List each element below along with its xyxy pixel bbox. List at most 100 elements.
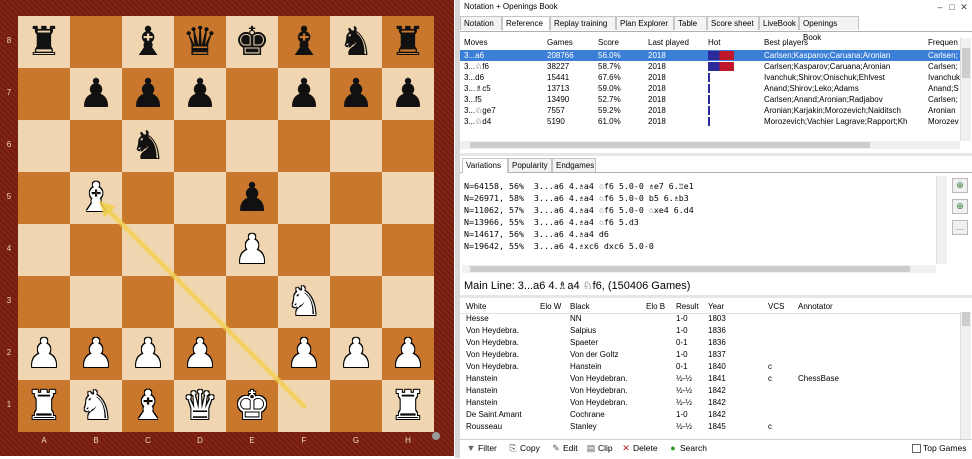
- reference-row[interactable]: 3...♗c5 13713 59.0% 2018 Anand;Shirov;Leko;A…: [460, 83, 960, 94]
- tab-notation[interactable]: Notation: [460, 16, 502, 30]
- games-column-header[interactable]: White: [466, 300, 536, 313]
- black-bishop-icon[interactable]: ♝: [130, 22, 166, 62]
- white-pawn-icon[interactable]: ♟: [286, 334, 322, 374]
- splitter[interactable]: [460, 153, 972, 156]
- variation-line[interactable]: N=26971, 58% 3...a6 4.♗a4 ♘f6 5.0-0 b5 6…: [464, 192, 689, 204]
- square-f8[interactable]: ♝: [278, 16, 330, 68]
- reference-column-header[interactable]: Hot: [708, 38, 738, 47]
- chessboard[interactable]: ♜ ♝ ♛ ♚ ♝ ♞ ♜ ♟ ♟ ♟ ♟ ♟ ♟ ♞ ♝ ♟ ♟ ♞ ♟ ♟ ♟ ♟ ♟ ♟ ♟ ♜ ♞ ♝ ♛ ♚ ♜: [18, 16, 434, 432]
- games-column-header[interactable]: Black: [570, 300, 640, 313]
- game-row[interactable]: Von Heydebra. Von der Goltz 1-0 1837: [460, 349, 960, 361]
- variation-line[interactable]: N=14617, 56% 3...a6 4.♗a4 d6: [464, 228, 609, 240]
- square-b5[interactable]: ♝: [70, 172, 122, 224]
- clip-button[interactable]: ▤ Clip: [586, 440, 613, 457]
- reference-column-header[interactable]: Moves: [464, 38, 544, 47]
- square-f7[interactable]: ♟: [278, 68, 330, 120]
- square-e3[interactable]: [226, 276, 278, 328]
- white-pawn-icon[interactable]: ♟: [130, 334, 166, 374]
- square-e1[interactable]: ♚: [226, 380, 278, 432]
- white-pawn-icon[interactable]: ♟: [182, 334, 218, 374]
- games-column-header[interactable]: Annotator: [798, 300, 858, 313]
- white-knight-icon[interactable]: ♞: [286, 282, 322, 322]
- delete-button[interactable]: ✕ Delete: [621, 440, 657, 457]
- tab-variations[interactable]: Variations: [462, 158, 508, 173]
- black-knight-icon[interactable]: ♞: [338, 22, 374, 62]
- square-e7[interactable]: [226, 68, 278, 120]
- tab-popularity[interactable]: Popularity: [508, 158, 552, 172]
- tab-endgames[interactable]: Endgames: [552, 158, 596, 172]
- square-g6[interactable]: [330, 120, 382, 172]
- more-icon[interactable]: …: [952, 220, 968, 235]
- zoom-in-icon[interactable]: ⊕: [952, 178, 968, 193]
- reference-scrollbar[interactable]: [960, 38, 971, 141]
- game-row[interactable]: Von Heydebra. Spaeter 0-1 1836: [460, 337, 960, 349]
- reference-column-header[interactable]: Games: [547, 38, 593, 47]
- game-row[interactable]: De Saint Amant Cochrane 1-0 1842: [460, 409, 960, 421]
- white-pawn-icon[interactable]: ♟: [234, 230, 270, 270]
- variation-line[interactable]: N=19642, 55% 3...a6 4.♗xc6 dxc6 5.0-0: [464, 240, 654, 252]
- square-b6[interactable]: [70, 120, 122, 172]
- square-a6[interactable]: [18, 120, 70, 172]
- black-pawn-icon[interactable]: ♟: [234, 178, 270, 218]
- reference-row[interactable]: 3...f5 13490 52.7% 2018 Carlsen;Anand;Aronia…: [460, 94, 960, 105]
- white-pawn-icon[interactable]: ♟: [78, 334, 114, 374]
- square-f1[interactable]: [278, 380, 330, 432]
- black-queen-icon[interactable]: ♛: [182, 22, 218, 62]
- square-h3[interactable]: [382, 276, 434, 328]
- top-games-checkbox[interactable]: Top Games: [912, 440, 966, 457]
- square-e4[interactable]: ♟: [226, 224, 278, 276]
- square-b3[interactable]: [70, 276, 122, 328]
- square-e8[interactable]: ♚: [226, 16, 278, 68]
- games-column-header[interactable]: Result: [676, 300, 706, 313]
- square-d3[interactable]: [174, 276, 226, 328]
- tab-replay-training[interactable]: Replay training: [550, 16, 616, 30]
- square-d6[interactable]: [174, 120, 226, 172]
- scroll-thumb[interactable]: [962, 312, 970, 326]
- variations-hscrollbar[interactable]: [462, 265, 936, 273]
- reference-column-header[interactable]: Best players: [764, 38, 924, 47]
- hscroll-thumb[interactable]: [470, 266, 910, 272]
- square-c3[interactable]: [122, 276, 174, 328]
- square-f4[interactable]: [278, 224, 330, 276]
- white-pawn-icon[interactable]: ♟: [338, 334, 374, 374]
- reference-row[interactable]: 3...♘f6 38227 58.7% 2018 Carlsen;Kasparov;Ca…: [460, 61, 960, 72]
- variation-line[interactable]: N=11062, 57% 3...a6 4.♗a4 ♘f6 5.0-0 ♘xe4…: [464, 204, 694, 216]
- square-a5[interactable]: [18, 172, 70, 224]
- white-knight-icon[interactable]: ♞: [78, 386, 114, 426]
- square-a3[interactable]: [18, 276, 70, 328]
- black-pawn-icon[interactable]: ♟: [286, 74, 322, 114]
- square-h7[interactable]: ♟: [382, 68, 434, 120]
- reference-hscrollbar[interactable]: [460, 141, 960, 149]
- square-h4[interactable]: [382, 224, 434, 276]
- square-b4[interactable]: [70, 224, 122, 276]
- white-pawn-icon[interactable]: ♟: [26, 334, 62, 374]
- square-f2[interactable]: ♟: [278, 328, 330, 380]
- zoom-out-icon[interactable]: ⊕: [952, 199, 968, 214]
- square-f3[interactable]: ♞: [278, 276, 330, 328]
- square-d5[interactable]: [174, 172, 226, 224]
- square-h5[interactable]: [382, 172, 434, 224]
- square-h1[interactable]: ♜: [382, 380, 434, 432]
- variation-line[interactable]: N=13966, 55% 3...a6 4.♗a4 ♘f6 5.d3: [464, 216, 639, 228]
- square-g3[interactable]: [330, 276, 382, 328]
- square-h8[interactable]: ♜: [382, 16, 434, 68]
- reference-column-header[interactable]: Last played: [648, 38, 700, 47]
- white-bishop-icon[interactable]: ♝: [130, 386, 166, 426]
- close-icon[interactable]: ✕: [958, 0, 970, 14]
- games-scrollbar[interactable]: [960, 312, 971, 439]
- square-g2[interactable]: ♟: [330, 328, 382, 380]
- square-g4[interactable]: [330, 224, 382, 276]
- filter-button[interactable]: ▼ Filter: [466, 440, 497, 457]
- square-g5[interactable]: [330, 172, 382, 224]
- square-g8[interactable]: ♞: [330, 16, 382, 68]
- maximize-icon[interactable]: □: [946, 0, 958, 14]
- tab-plan-explorer[interactable]: Plan Explorer: [616, 16, 674, 30]
- square-b7[interactable]: ♟: [70, 68, 122, 120]
- square-c4[interactable]: [122, 224, 174, 276]
- black-rook-icon[interactable]: ♜: [26, 22, 62, 62]
- reference-column-header[interactable]: Score: [598, 38, 644, 47]
- square-e2[interactable]: [226, 328, 278, 380]
- square-a4[interactable]: [18, 224, 70, 276]
- square-b1[interactable]: ♞: [70, 380, 122, 432]
- splitter[interactable]: [460, 295, 972, 298]
